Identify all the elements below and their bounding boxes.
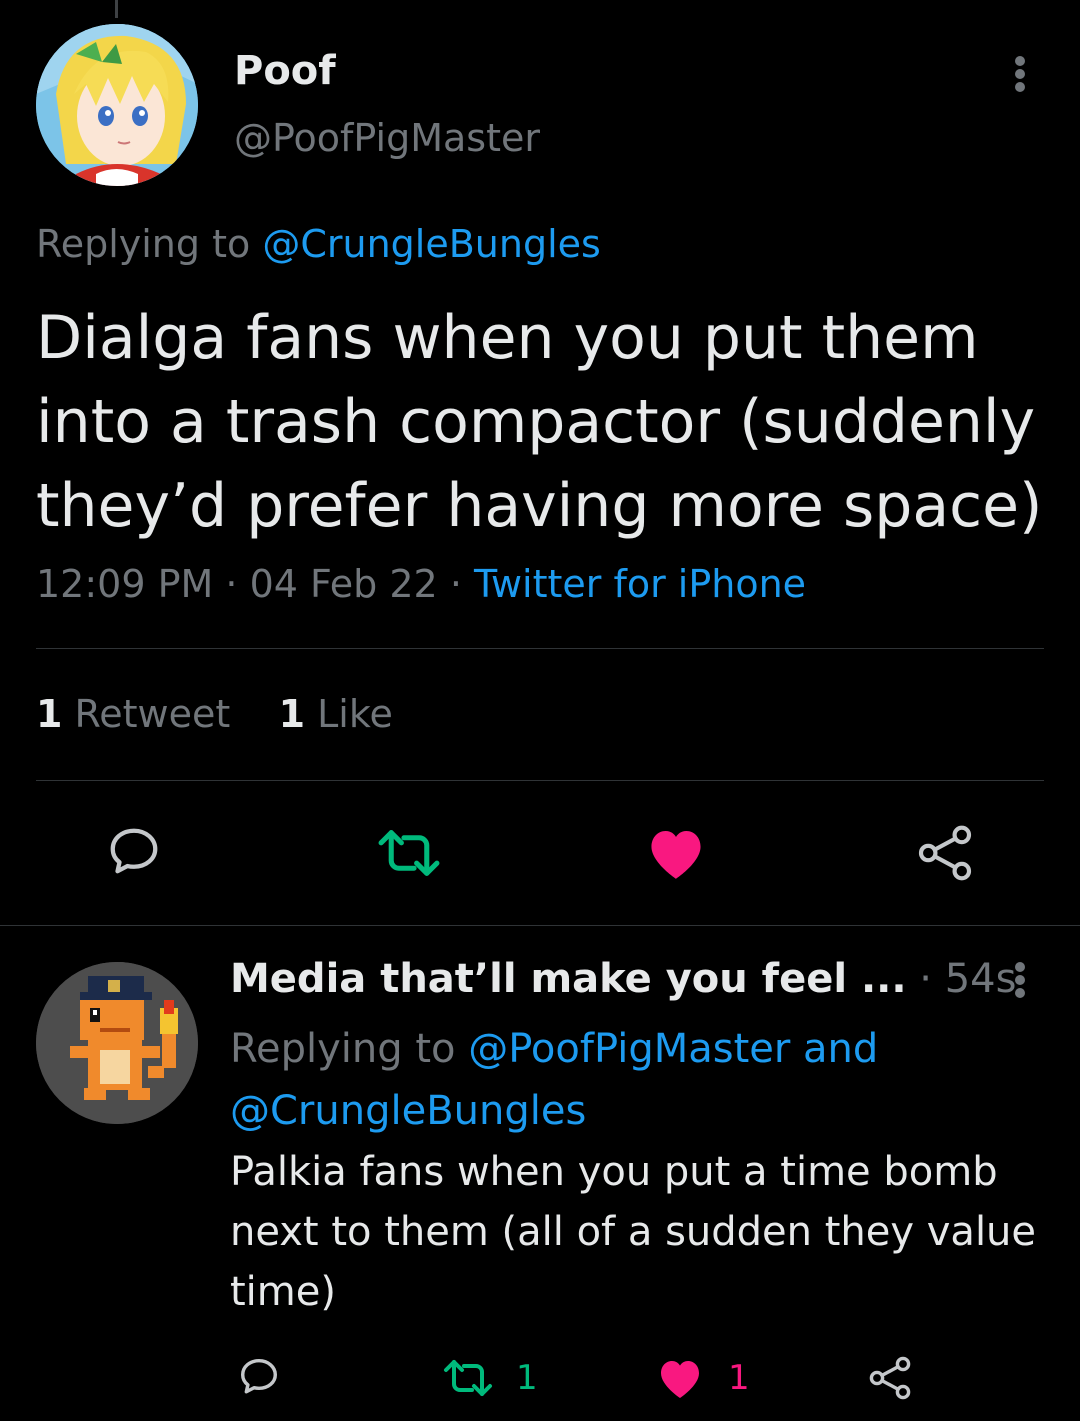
retweet-icon[interactable] [376, 824, 442, 882]
reply-icon[interactable] [104, 822, 164, 882]
replying-to-line: Replying to @PoofPigMaster and @CrungleB… [230, 1018, 1030, 1142]
retweet-icon[interactable] [442, 1356, 494, 1400]
anime-girl-avatar-image [36, 24, 198, 186]
meta-separator: · [449, 562, 462, 606]
replying-to-mention[interactable]: @PoofPigMaster [468, 1026, 790, 1072]
tweet-text: Dialga fans when you put them into a tra… [36, 303, 1043, 541]
display-name[interactable]: Poof [234, 48, 336, 94]
share-icon[interactable] [866, 1354, 914, 1402]
heart-icon[interactable] [645, 823, 707, 883]
reply-header: Media that’ll make you feel ... · 54s [230, 956, 1016, 1002]
retweet-count: 1 [36, 692, 63, 736]
tweet-metadata: 12:09 PM · 04 Feb 22 · Twitter for iPhon… [36, 562, 806, 606]
replying-to-conjunction[interactable]: and [803, 1026, 878, 1072]
replying-to-line: Replying to @CrungleBungles [36, 222, 601, 266]
pixel-charmander-avatar-image [36, 962, 198, 1124]
avatar[interactable] [36, 24, 198, 186]
engagement-stats: 1 Retweet 1 Like [36, 692, 393, 736]
replying-to-prefix: Replying to [230, 1026, 456, 1072]
thread-connector-line [115, 0, 118, 18]
display-name[interactable]: Media that’ll make you feel ... [230, 956, 907, 1002]
likes-stat[interactable]: 1 Like [279, 692, 393, 736]
retweets-stat[interactable]: 1 Retweet [36, 692, 230, 736]
heart-icon[interactable] [656, 1355, 704, 1401]
divider [36, 648, 1044, 649]
divider [0, 925, 1080, 926]
retweet-label: Retweet [74, 692, 231, 736]
tweet-source-link[interactable]: Twitter for iPhone [474, 562, 806, 606]
more-vertical-icon[interactable] [1002, 956, 1038, 1002]
meta-separator: · [919, 956, 932, 1002]
tweet-detail-page: Poof @PoofPigMaster Replying to @Crungle… [0, 0, 1080, 1421]
replying-to-mention[interactable]: @CrungleBungles [230, 1088, 586, 1134]
more-vertical-icon[interactable] [1002, 50, 1038, 96]
tweet-date[interactable]: 04 Feb 22 [250, 562, 438, 606]
avatar[interactable] [36, 962, 198, 1124]
like-count: 1 [278, 692, 306, 736]
replying-to-prefix: Replying to [36, 222, 251, 266]
divider [36, 780, 1044, 781]
replying-to-mention[interactable]: @CrungleBungles [262, 222, 600, 266]
user-handle[interactable]: @PoofPigMaster [234, 116, 540, 160]
tweet-time[interactable]: 12:09 PM [36, 562, 213, 606]
share-icon[interactable] [914, 822, 976, 884]
like-label: Like [317, 692, 393, 736]
like-count: 1 [728, 1358, 750, 1398]
retweet-count: 1 [516, 1358, 538, 1398]
meta-separator: · [225, 562, 238, 606]
reply-icon[interactable] [236, 1354, 282, 1400]
tweet-text: Palkia fans when you put a time bomb nex… [230, 1149, 1037, 1315]
